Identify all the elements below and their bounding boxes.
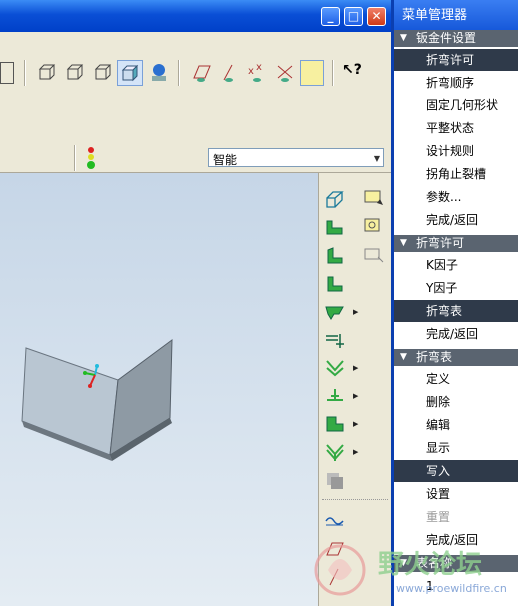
menu-item-reset: 重置 <box>426 510 451 524</box>
flat-pattern-icon[interactable] <box>363 189 385 209</box>
toolbar-separator <box>332 60 334 86</box>
view-shading-icon[interactable] <box>117 60 143 86</box>
collapse-triangle-icon: ▼ <box>400 558 407 568</box>
flatten-form-icon[interactable] <box>324 470 346 490</box>
menu-item-flat-state[interactable]: 平整状态 <box>394 117 518 139</box>
maximize-button[interactable]: □ <box>344 7 363 26</box>
menu-item-done-return[interactable]: 完成/返回 <box>394 209 518 231</box>
view-no-hidden-icon[interactable] <box>92 62 114 84</box>
section-header-bend-table[interactable]: ▼ 折弯表 <box>394 349 518 366</box>
extrude-wall-icon[interactable] <box>324 190 346 210</box>
menu-item-y-factor[interactable]: Y因子 <box>394 277 518 299</box>
toolbar-separator <box>24 60 26 86</box>
window-titlebar: _ □ ✕ <box>0 0 391 32</box>
toolbar-separator <box>74 145 76 171</box>
flat-wall-icon[interactable] <box>324 218 346 238</box>
section-header-sheetmetal-setup[interactable]: ▼ 钣金件设置 <box>394 30 518 47</box>
chevron-right-icon[interactable]: ▶ <box>353 448 358 456</box>
menu-item-done-return[interactable]: 完成/返回 <box>394 323 518 345</box>
datum-point-icon[interactable]: xx <box>246 62 268 84</box>
traffic-light-icon <box>86 147 96 169</box>
menu-item-edit[interactable]: 编辑 <box>394 414 518 436</box>
section-header-label: 折弯表 <box>416 350 453 364</box>
view-wireframe-icon[interactable] <box>36 62 58 84</box>
section-header-label: 钣金件设置 <box>416 31 477 45</box>
datum-plane-icon[interactable] <box>190 62 212 84</box>
svg-text:x: x <box>248 66 254 77</box>
bend-icon[interactable] <box>324 302 346 322</box>
datum-plane-side-icon[interactable] <box>324 539 346 559</box>
chevron-right-icon[interactable]: ▶ <box>353 420 358 428</box>
flat-wall-2-icon[interactable] <box>324 274 346 294</box>
model-viewport[interactable] <box>0 173 318 606</box>
toolbar-separator <box>178 60 180 86</box>
help-context-icon[interactable]: ↖? <box>342 62 364 84</box>
menu-item-delete[interactable]: 删除 <box>394 391 518 413</box>
chevron-right-icon[interactable]: ▶ <box>353 392 358 400</box>
datum-axis-icon[interactable] <box>218 62 240 84</box>
minimize-button[interactable]: _ <box>321 7 340 26</box>
menu-item-fixed-geometry[interactable]: 固定几何形状 <box>394 94 518 116</box>
annotation-display-icon[interactable] <box>300 60 324 86</box>
menu-item-define[interactable]: 定义 <box>394 368 518 390</box>
flange-wall-icon[interactable] <box>324 246 346 266</box>
section-header-table-name[interactable]: ▼ 表名称 <box>394 555 518 572</box>
save-icon[interactable] <box>0 62 14 84</box>
filter-bar: 智能 ▼ <box>0 144 391 173</box>
sheetmetal-model <box>21 338 173 461</box>
menu-item-bend-allowance[interactable]: 折弯许可 <box>394 49 518 71</box>
conversion-icon[interactable] <box>363 245 385 265</box>
menu-manager-title: 菜单管理器 <box>394 0 518 32</box>
menu-item-k-factor[interactable]: K因子 <box>394 254 518 276</box>
menu-item-write[interactable]: 写入 <box>394 460 518 482</box>
menu-item-table-1[interactable]: 1 <box>394 575 518 597</box>
sketch-icon[interactable] <box>324 511 346 531</box>
svg-text:x: x <box>256 62 262 73</box>
cut-icon[interactable] <box>363 217 385 237</box>
collapse-triangle-icon: ▼ <box>400 352 407 362</box>
view-toolbar: xx ↖? <box>0 32 391 112</box>
unbend-icon[interactable] <box>324 358 346 378</box>
selection-filter-value: 智能 <box>213 153 238 167</box>
chevron-right-icon[interactable]: ▶ <box>353 308 358 316</box>
appearance-icon[interactable] <box>148 62 170 84</box>
menu-manager-panel: 菜单管理器 ▼ 钣金件设置 折弯许可 折弯顺序 固定几何形状 平整状态 设计规则 … <box>391 0 518 606</box>
section-header-bend-allowance[interactable]: ▼ 折弯许可 <box>394 235 518 252</box>
view-hidden-line-icon[interactable] <box>64 62 86 84</box>
main-window: _ □ ✕ xx ↖? 智能 ▼ ▶ ▶ ▶ ▶ ▶ <box>0 0 391 606</box>
punch-icon[interactable] <box>324 414 346 434</box>
edge-bend-icon[interactable] <box>324 330 346 350</box>
toolbar-separator <box>322 499 388 500</box>
coordinate-system-icon[interactable] <box>274 62 296 84</box>
menu-item-bend-table[interactable]: 折弯表 <box>394 300 518 322</box>
collapse-triangle-icon: ▼ <box>400 33 407 43</box>
menu-item-design-rules[interactable]: 设计规则 <box>394 140 518 162</box>
section-header-label: 折弯许可 <box>416 236 465 250</box>
menu-item-bend-order[interactable]: 折弯顺序 <box>394 72 518 94</box>
section-header-label: 表名称 <box>416 556 453 570</box>
collapse-triangle-icon: ▼ <box>400 238 407 248</box>
menu-item-parameters[interactable]: 参数... <box>394 186 518 208</box>
chevron-down-icon: ▼ <box>373 154 380 163</box>
selection-filter-select[interactable]: 智能 ▼ <box>208 148 384 167</box>
menu-item-setup[interactable]: 设置 <box>394 483 518 505</box>
menu-item-show[interactable]: 显示 <box>394 437 518 459</box>
close-button[interactable]: ✕ <box>367 7 386 26</box>
form-icon[interactable] <box>324 442 346 462</box>
menu-item-corner-relief[interactable]: 拐角止裂槽 <box>394 163 518 185</box>
bend-back-icon[interactable] <box>324 386 346 406</box>
datum-axis-side-icon[interactable] <box>324 567 346 587</box>
menu-item-done-return[interactable]: 完成/返回 <box>394 529 518 551</box>
chevron-right-icon[interactable]: ▶ <box>353 364 358 372</box>
feature-toolbar: ▶ ▶ ▶ ▶ ▶ <box>318 173 391 606</box>
